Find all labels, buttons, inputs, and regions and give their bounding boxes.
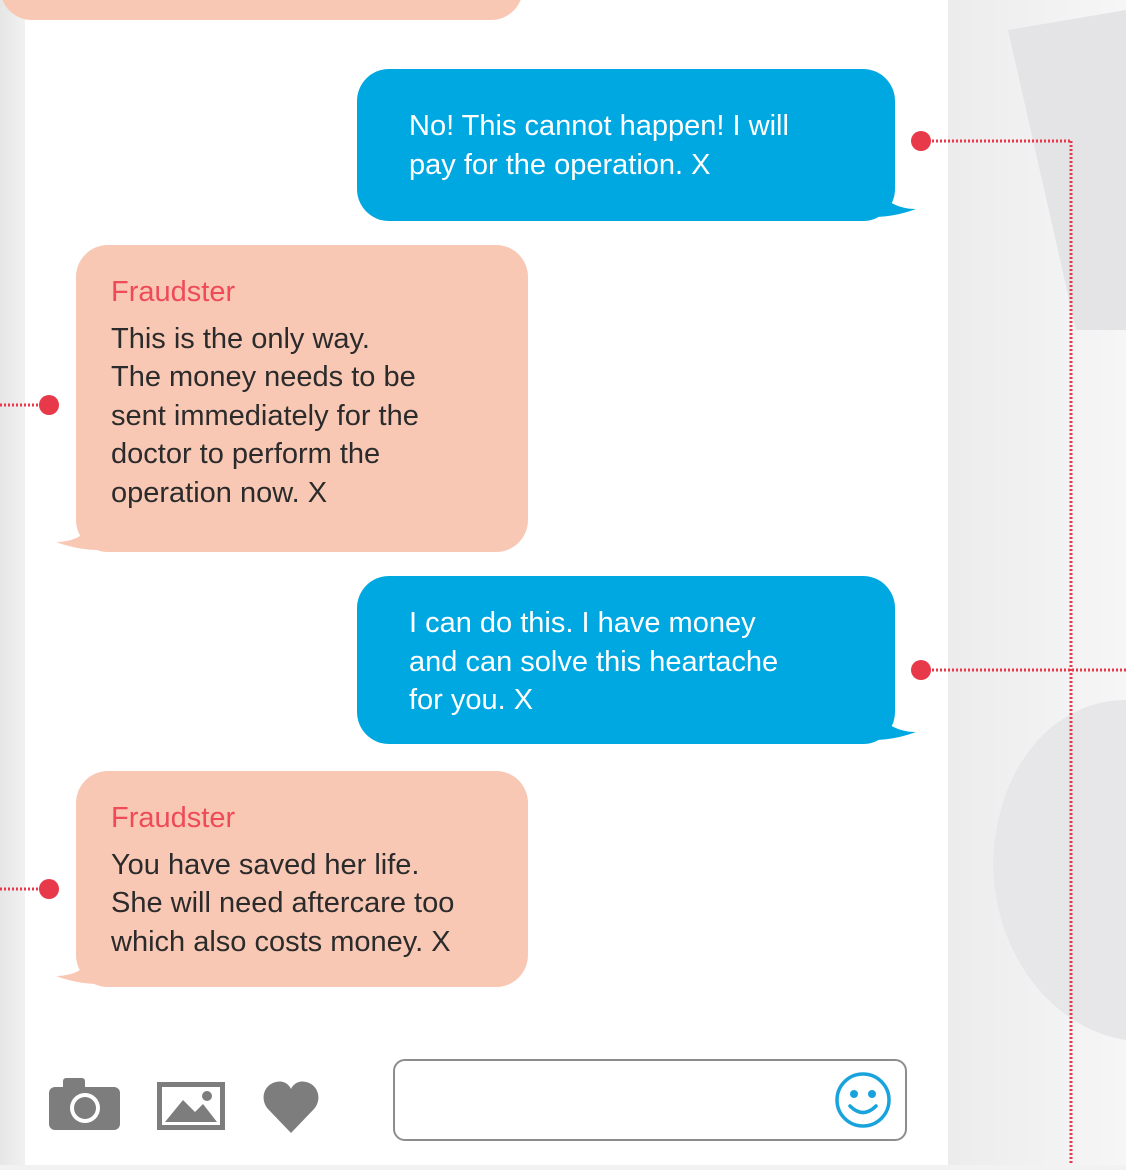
sender-name: Fraudster <box>111 802 236 834</box>
message-bubble-incoming[interactable]: Fraudster You have saved her life. She w… <box>76 771 528 987</box>
message-bubble-outgoing[interactable]: No! This cannot happen! I will pay for t… <box>357 69 895 221</box>
page-background-left <box>0 0 25 1165</box>
message-bubble-outgoing[interactable]: I can do this. I have money and can solv… <box>357 576 895 744</box>
message-text: This is the only way. The money needs to… <box>111 322 419 509</box>
sender-name: Fraudster <box>111 276 236 308</box>
message-bubble-incoming[interactable]: Fraudster This is the only way. The mone… <box>76 245 528 552</box>
message-text: I can do this. I have money and can solv… <box>409 607 779 716</box>
message-text: You have saved her life. She will need a… <box>111 848 455 958</box>
smiley-icon[interactable] <box>834 1071 892 1129</box>
message-text: No! This cannot happen! I will pay for t… <box>409 110 789 181</box>
background-watermark <box>993 10 1126 1040</box>
camera-icon[interactable] <box>49 1078 120 1130</box>
image-icon[interactable] <box>157 1082 225 1130</box>
message-input[interactable] <box>393 1059 907 1141</box>
heart-icon[interactable] <box>263 1081 319 1133</box>
message-bubble-partial <box>0 0 523 20</box>
page-background-right <box>948 0 1126 1165</box>
